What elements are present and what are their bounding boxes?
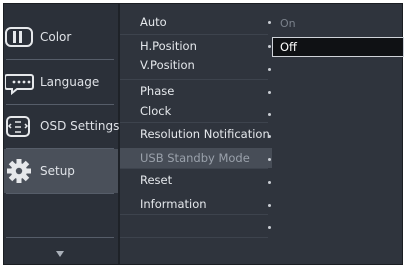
sub-menu-column: Auto H.Position V.Position Phase Clock R… — [120, 4, 272, 264]
divider — [120, 79, 268, 80]
main-menu-label: Setup — [40, 164, 75, 178]
main-menu-column: Color Language OSD Settings Setup — [4, 4, 120, 264]
main-menu-label: Color — [40, 30, 72, 44]
bullet-dot — [268, 226, 271, 229]
main-menu-item-osd-settings[interactable]: OSD Settings — [4, 104, 120, 148]
option-on[interactable]: On — [280, 17, 296, 30]
divider — [120, 168, 268, 169]
main-menu-item-color[interactable]: Color — [4, 15, 118, 59]
sub-menu-item-auto[interactable]: Auto — [120, 12, 272, 32]
sub-menu-item-v-position[interactable]: V.Position — [120, 55, 272, 75]
sub-menu-item-h-position[interactable]: H.Position — [120, 36, 272, 56]
sub-menu-item-clock[interactable]: Clock — [120, 101, 272, 121]
bullet-dot — [268, 158, 271, 161]
osd-menu-window: Color Language OSD Settings Setup Auto H… — [3, 3, 404, 265]
bullet-dot — [268, 45, 271, 48]
speech-bubble-icon — [5, 74, 34, 96]
sub-menu-item-resolution-notification[interactable]: Resolution Notification — [120, 124, 272, 144]
divider — [120, 34, 268, 35]
main-menu-item-language[interactable]: Language — [4, 60, 118, 104]
main-menu-label: Language — [40, 75, 100, 89]
sub-menu-item-usb-standby-mode[interactable]: USB Standby Mode — [120, 148, 272, 168]
divider — [120, 122, 268, 123]
main-menu-label: OSD Settings — [40, 119, 120, 133]
osd-settings-icon — [6, 116, 30, 137]
divider — [6, 237, 114, 238]
divider — [6, 193, 114, 194]
sub-menu-item-information[interactable]: Information — [120, 194, 272, 214]
bullet-dot — [268, 204, 271, 207]
bullet-dot — [268, 91, 271, 94]
divider — [120, 214, 268, 215]
triangle-down-icon[interactable] — [55, 250, 65, 258]
bullet-dot — [268, 181, 271, 184]
color-icon — [5, 27, 33, 47]
bullet-dot — [268, 113, 271, 116]
bullet-dot — [268, 21, 271, 24]
sub-menu-item-phase[interactable]: Phase — [120, 81, 272, 101]
main-menu-item-setup[interactable]: Setup — [4, 149, 118, 193]
bullet-dot — [268, 135, 271, 138]
sub-menu-item-reset[interactable]: Reset — [120, 170, 272, 190]
option-off-selected[interactable]: Off — [272, 37, 404, 57]
gear-icon — [7, 159, 31, 183]
divider — [120, 237, 268, 238]
bullet-dot — [268, 68, 271, 71]
